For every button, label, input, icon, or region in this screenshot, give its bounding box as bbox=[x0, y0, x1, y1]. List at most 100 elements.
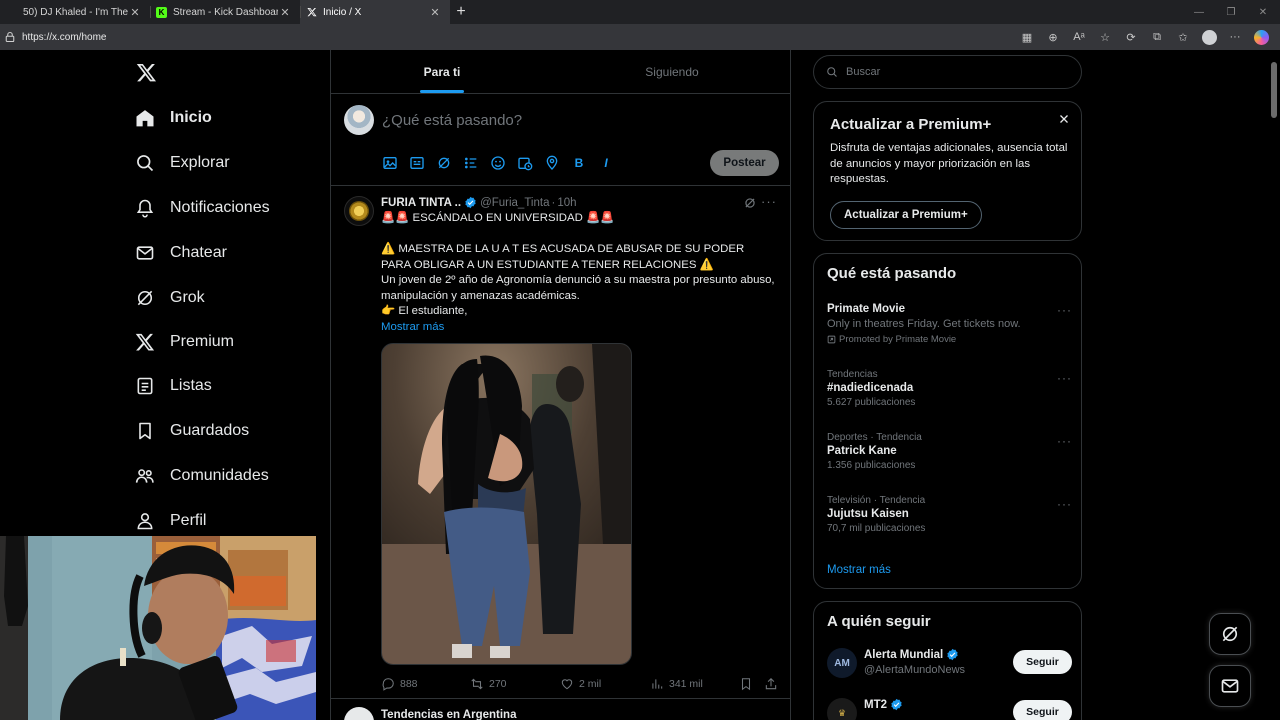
bookmark-icon[interactable] bbox=[739, 677, 753, 691]
premium-title: Actualizar a Premium+ bbox=[830, 116, 992, 133]
tweet-timestamp[interactable]: 10h bbox=[557, 197, 576, 209]
search-input[interactable] bbox=[846, 66, 1046, 78]
trend-item[interactable]: Tendencias #nadiedicenada 5.627 publicac… bbox=[827, 369, 1072, 408]
new-tab-button[interactable]: + bbox=[450, 0, 472, 24]
app-grid-icon[interactable]: ▦ bbox=[1014, 24, 1040, 50]
more-menu-icon[interactable]: ··· bbox=[1222, 24, 1248, 50]
follow-suggestion[interactable]: AM Alerta Mundial @AlertaMundoNews Segui… bbox=[827, 648, 1072, 682]
more-options-icon[interactable]: ··· bbox=[1057, 497, 1072, 511]
post-button[interactable]: Postear bbox=[710, 150, 779, 176]
avatar[interactable] bbox=[344, 105, 374, 135]
url-field[interactable]: https://x.com/home bbox=[22, 32, 106, 43]
close-tab-icon[interactable]: ✕ bbox=[128, 6, 142, 19]
active-tab-indicator bbox=[420, 90, 464, 93]
trend-category: Deportes · Tendencia bbox=[827, 432, 922, 443]
premium-description: Disfruta de ventajas adicionales, ausenc… bbox=[830, 142, 1068, 185]
trend-item[interactable]: Primate Movie Only in theatres Friday. G… bbox=[827, 301, 1072, 345]
tweet-image[interactable] bbox=[381, 343, 632, 665]
avatar[interactable] bbox=[344, 707, 374, 720]
tab-title: Inicio / X bbox=[323, 6, 362, 18]
profile-avatar[interactable] bbox=[1196, 24, 1222, 50]
nav-home[interactable]: Inicio bbox=[135, 103, 212, 133]
avatar[interactable]: AM bbox=[827, 648, 857, 678]
trend-name: Patrick Kane bbox=[827, 445, 897, 457]
kick-icon: K bbox=[156, 6, 167, 18]
close-tab-icon[interactable]: ✕ bbox=[278, 6, 292, 19]
favorites-icon[interactable]: ✩ bbox=[1170, 24, 1196, 50]
italic-icon[interactable]: I bbox=[598, 155, 614, 171]
close-window-button[interactable]: ✕ bbox=[1247, 0, 1279, 24]
show-more-trends-link[interactable]: Mostrar más bbox=[827, 564, 891, 576]
nav-premium[interactable]: Premium bbox=[135, 327, 234, 357]
browser-tab-x[interactable]: Inicio / X ✕ bbox=[300, 0, 450, 24]
tweet-author-handle[interactable]: @Furia_Tinta bbox=[480, 197, 549, 209]
extensions-icon[interactable]: ⟳ bbox=[1118, 24, 1144, 50]
follow-button[interactable]: Seguir bbox=[1013, 650, 1072, 674]
tweet-author-name[interactable]: Tendencias en Argentina bbox=[381, 709, 516, 720]
page-scrollbar[interactable] bbox=[1268, 50, 1280, 720]
upgrade-premium-button[interactable]: Actualizar a Premium+ bbox=[830, 201, 982, 229]
nav-bookmarks[interactable]: Guardados bbox=[135, 416, 249, 446]
nav-communities[interactable]: Comunidades bbox=[135, 461, 269, 491]
tweet[interactable]: Tendencias en Argentina bbox=[331, 699, 790, 720]
share-icon[interactable] bbox=[764, 677, 778, 691]
copilot-icon[interactable] bbox=[1248, 24, 1274, 50]
messages-floating-button[interactable] bbox=[1209, 665, 1251, 707]
x-logo-icon[interactable] bbox=[136, 62, 157, 83]
more-options-icon[interactable]: ··· bbox=[1057, 371, 1072, 385]
avatar[interactable] bbox=[344, 196, 374, 226]
follow-suggestion[interactable]: ♛ MT2 Seguir bbox=[827, 698, 1072, 720]
poll-icon[interactable] bbox=[463, 155, 479, 171]
nav-grok[interactable]: Grok bbox=[135, 283, 205, 313]
minimize-button[interactable]: — bbox=[1183, 0, 1215, 24]
grok-floating-button[interactable] bbox=[1209, 613, 1251, 655]
image-icon[interactable] bbox=[382, 155, 398, 171]
nav-explore[interactable]: Explorar bbox=[135, 148, 230, 178]
gif-icon[interactable] bbox=[409, 155, 425, 171]
repost-icon bbox=[471, 678, 483, 690]
tab-following[interactable]: Siguiendo bbox=[561, 50, 783, 94]
maximize-button[interactable]: ❐ bbox=[1215, 0, 1247, 24]
close-tab-icon[interactable]: ✕ bbox=[428, 6, 442, 19]
tab-for-you[interactable]: Para ti bbox=[331, 50, 553, 94]
read-aloud-icon[interactable]: Aᵃ bbox=[1066, 24, 1092, 50]
avatar[interactable]: ♛ bbox=[827, 698, 857, 720]
favorite-star-icon[interactable]: ☆ bbox=[1092, 24, 1118, 50]
bold-icon[interactable]: B bbox=[571, 155, 587, 171]
grok-icon bbox=[1222, 626, 1238, 642]
nav-messages[interactable]: Chatear bbox=[135, 238, 227, 268]
compose-input[interactable]: ¿Qué está pasando? bbox=[382, 112, 522, 129]
browser-tab-kick[interactable]: K Stream - Kick Dashboard ✕ bbox=[150, 0, 300, 24]
show-more-link[interactable]: Mostrar más bbox=[381, 320, 776, 336]
grok-icon[interactable] bbox=[436, 155, 452, 171]
tweet[interactable]: FURIA TINTA .. @Furia_Tinta · 10h ··· 🚨🚨… bbox=[331, 186, 790, 699]
reply-button[interactable]: 888 bbox=[381, 677, 418, 691]
more-options-icon[interactable]: ··· bbox=[1057, 303, 1072, 317]
trend-post-count: 1.356 publicaciones bbox=[827, 460, 916, 471]
grok-icon[interactable] bbox=[743, 196, 757, 210]
tweet-author-name[interactable]: FURIA TINTA .. bbox=[381, 197, 461, 209]
tab-title: 50) DJ Khaled - I'm The One ft. bbox=[23, 6, 128, 18]
more-options-icon[interactable]: ··· bbox=[1057, 434, 1072, 448]
schedule-icon[interactable] bbox=[517, 155, 533, 171]
trend-item[interactable]: Deportes · Tendencia Patrick Kane 1.356 … bbox=[827, 432, 1072, 471]
zoom-icon[interactable]: ⊕ bbox=[1040, 24, 1066, 50]
nav-notifications[interactable]: Notificaciones bbox=[135, 193, 270, 223]
like-button[interactable]: 2 mil bbox=[560, 677, 601, 691]
follow-button[interactable]: Seguir bbox=[1013, 700, 1072, 720]
location-icon[interactable] bbox=[544, 155, 560, 171]
nav-lists[interactable]: Listas bbox=[135, 371, 212, 401]
trend-item[interactable]: Televisión · Tendencia Jujutsu Kaisen 70… bbox=[827, 495, 1072, 534]
reply-count: 888 bbox=[400, 678, 418, 690]
emoji-icon[interactable] bbox=[490, 155, 506, 171]
nav-profile[interactable]: Perfil bbox=[135, 506, 206, 536]
search-bar[interactable] bbox=[813, 55, 1082, 89]
views-button[interactable]: 341 mil bbox=[650, 677, 703, 691]
scrollbar-thumb[interactable] bbox=[1271, 62, 1277, 118]
repost-button[interactable]: 270 bbox=[470, 677, 507, 691]
composer-toolbar: B I bbox=[382, 155, 614, 171]
browser-tab-youtube[interactable]: 50) DJ Khaled - I'm The One ft. ✕ bbox=[0, 0, 150, 24]
close-icon[interactable] bbox=[1057, 112, 1071, 126]
more-options-icon[interactable]: ··· bbox=[761, 194, 777, 209]
split-screen-icon[interactable]: ⧉ bbox=[1144, 24, 1170, 50]
